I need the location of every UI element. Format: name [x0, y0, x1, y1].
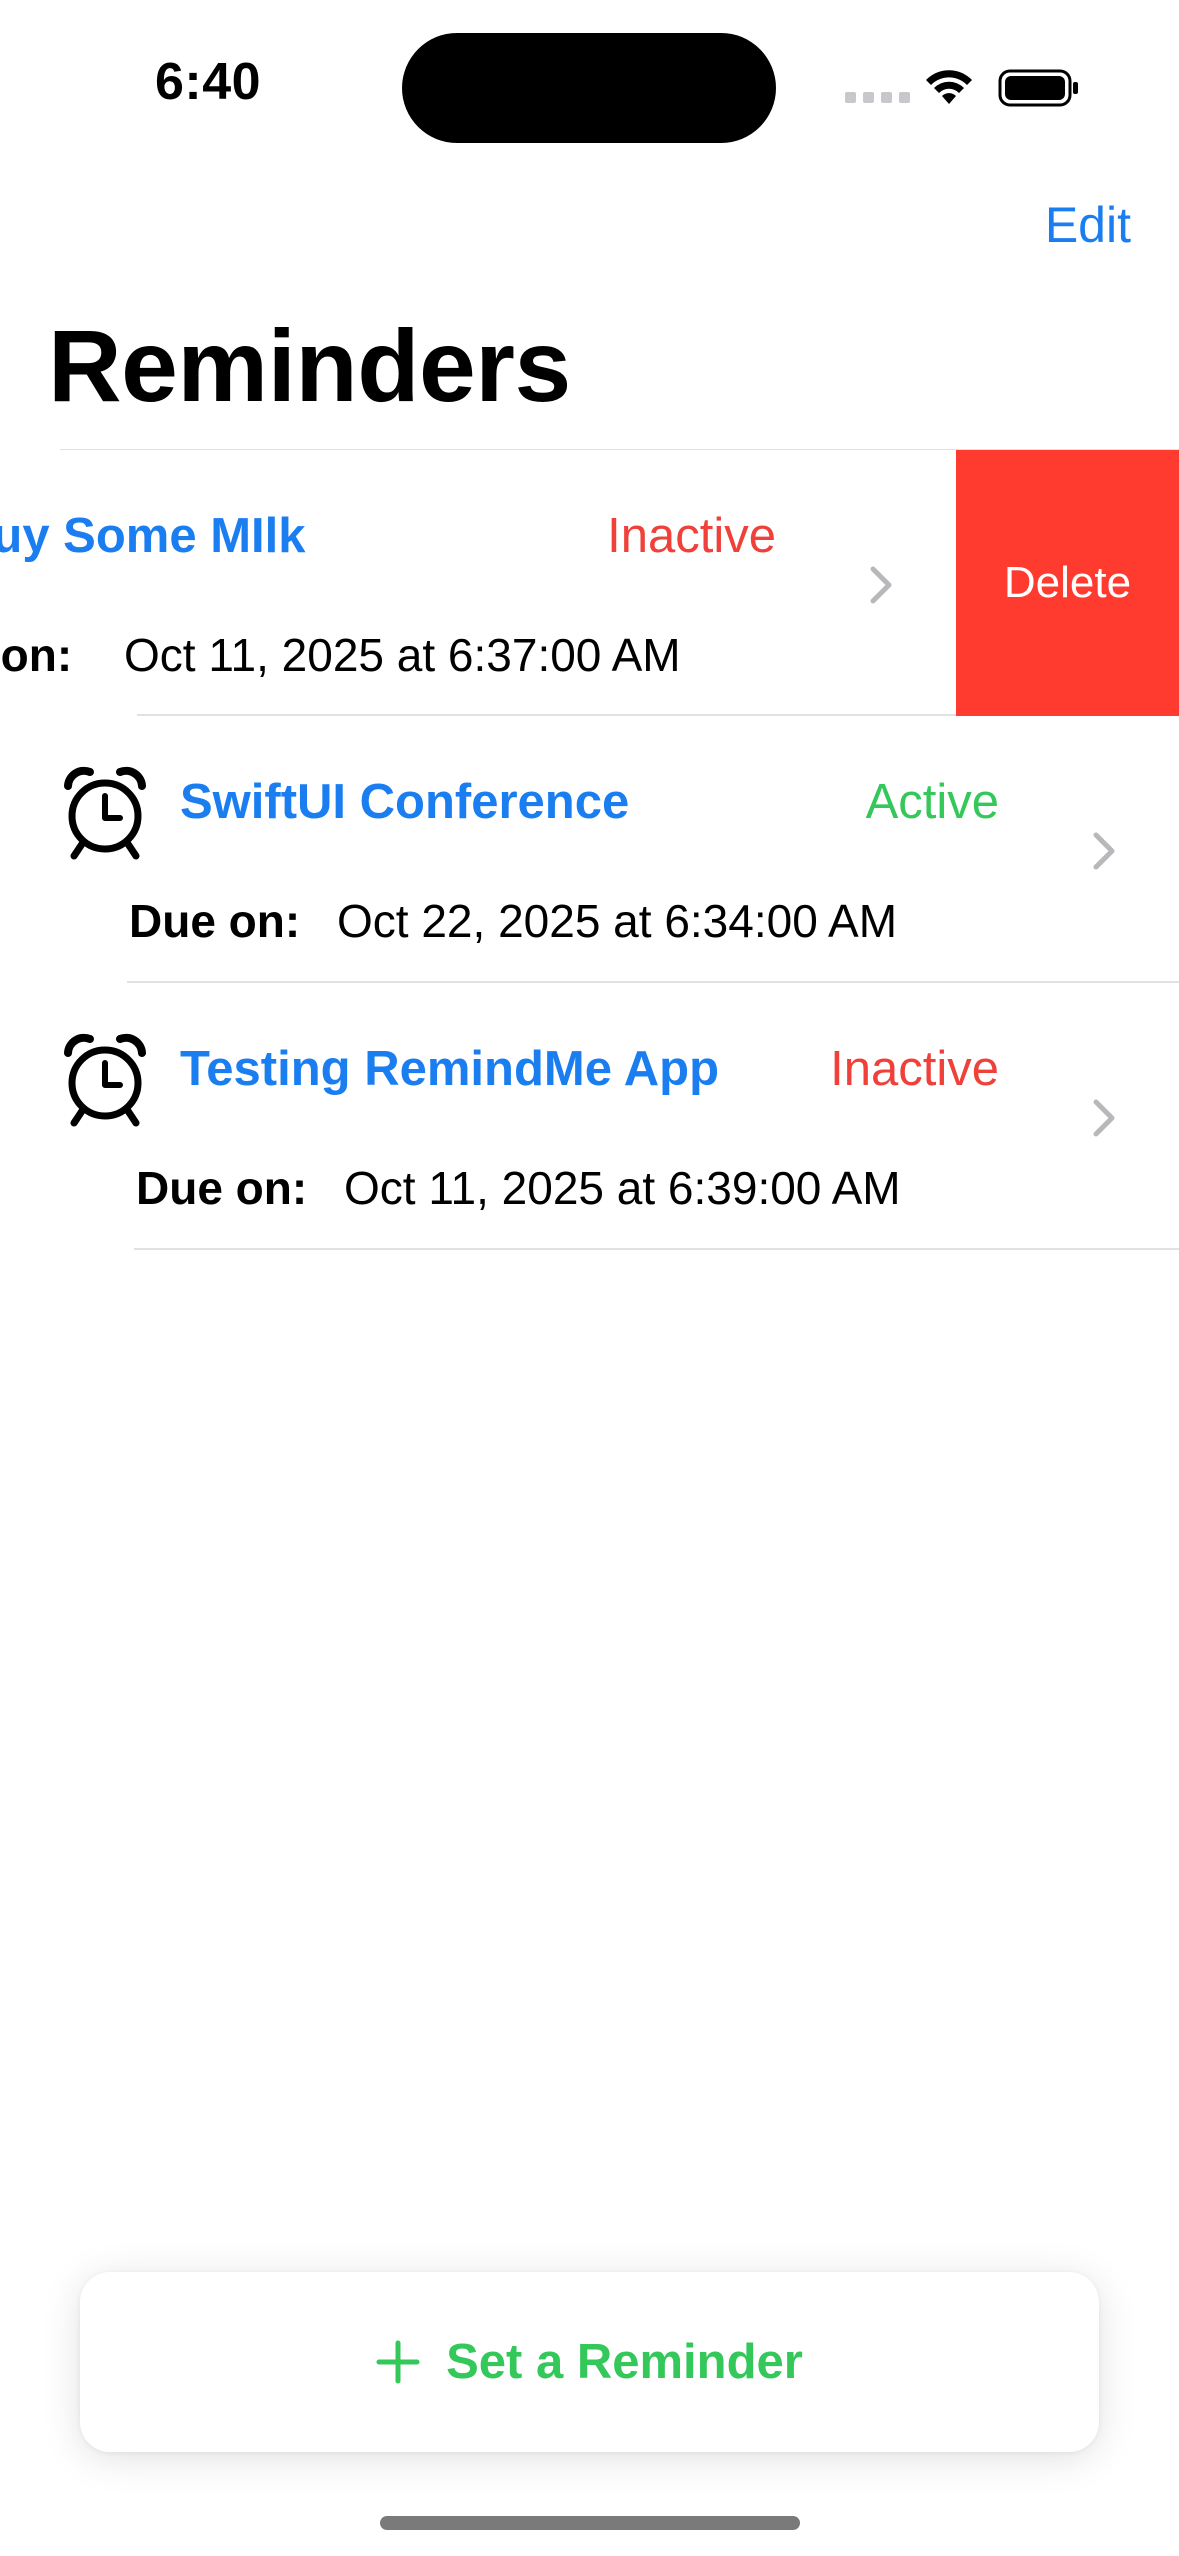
chevron-right-icon	[870, 566, 892, 604]
reminder-row-content[interactable]: Buy Some MIlk Inactive Due on: Oct 11, 2…	[0, 450, 956, 716]
alarm-icon	[64, 766, 146, 860]
due-date: Oct 22, 2025 at 6:34:00 AM	[337, 895, 898, 947]
due-label: Due on:	[0, 629, 73, 681]
reminder-status: Inactive	[830, 1042, 999, 1096]
status-time: 6:40	[155, 53, 262, 111]
reminder-status: Active	[865, 775, 999, 829]
page-title: Reminders	[48, 309, 571, 423]
reminders-screen: 6:40 Edit Reminders Buy Some MIlk Inacti	[0, 0, 1179, 2556]
reminder-status: Inactive	[607, 509, 776, 563]
delete-button[interactable]: Delete	[956, 450, 1179, 716]
reminder-row-content[interactable]: Testing RemindMe App Inactive Due on: Oc…	[0, 983, 1179, 1249]
reminder-title: Buy Some MIlk	[0, 509, 306, 563]
reminder-row[interactable]: Buy Some MIlk Inactive Due on: Oct 11, 2…	[0, 450, 1179, 716]
due-date: Oct 11, 2025 at 6:37:00 AM	[124, 629, 681, 681]
row-divider	[134, 1248, 1179, 1250]
wifi-icon	[926, 70, 972, 104]
due-date: Oct 11, 2025 at 6:39:00 AM	[344, 1162, 901, 1214]
due-label: Due on:	[136, 1162, 308, 1214]
chevron-right-icon	[1093, 1099, 1115, 1137]
plus-icon	[376, 2340, 420, 2384]
due-label: Due on:	[129, 895, 301, 947]
edit-button[interactable]: Edit	[1045, 196, 1131, 254]
reminder-row[interactable]: SwiftUI Conference Active Due on: Oct 22…	[0, 716, 1179, 982]
chevron-right-icon	[1093, 832, 1115, 870]
home-indicator[interactable]	[380, 2516, 800, 2530]
set-reminder-label: Set a Reminder	[446, 2335, 803, 2389]
reminder-row[interactable]: Testing RemindMe App Inactive Due on: Oc…	[0, 983, 1179, 1249]
battery-icon	[998, 69, 1078, 107]
dynamic-island	[402, 33, 776, 143]
set-reminder-button[interactable]: Set a Reminder	[80, 2272, 1099, 2452]
reminder-title: SwiftUI Conference	[180, 775, 630, 829]
reminder-row-content[interactable]: SwiftUI Conference Active Due on: Oct 22…	[0, 716, 1179, 982]
cellular-signal-icon	[845, 92, 910, 103]
reminder-title: Testing RemindMe App	[180, 1042, 719, 1096]
alarm-icon	[64, 1033, 146, 1127]
